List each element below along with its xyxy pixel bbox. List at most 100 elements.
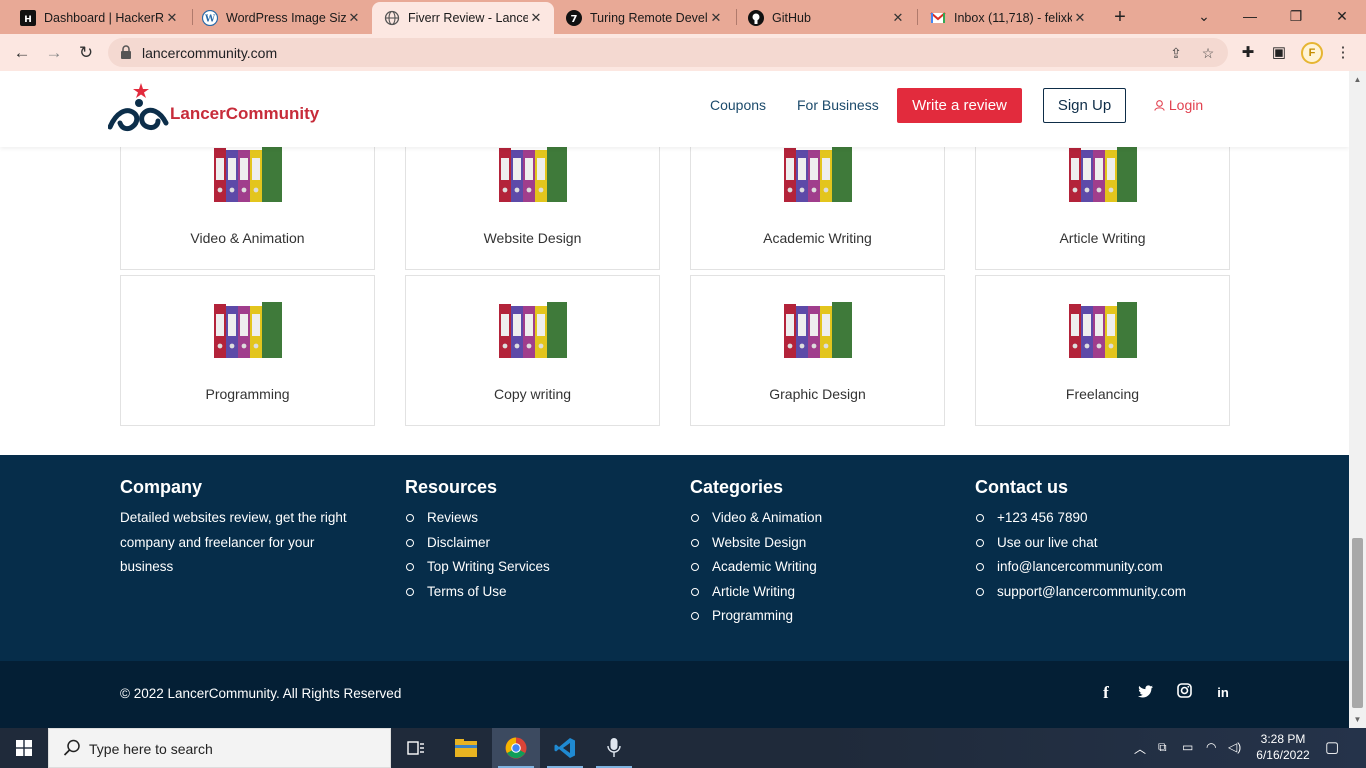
footer-link[interactable]: Reviews (405, 506, 665, 531)
voice-recorder-icon[interactable] (590, 728, 638, 768)
bullet-icon (406, 587, 414, 596)
bullet-icon (976, 538, 984, 547)
volume-icon[interactable]: ◁) (1228, 740, 1241, 754)
taskbar-search-input[interactable]: Type here to search (48, 728, 391, 768)
footer-link[interactable]: Disclaimer (405, 531, 665, 556)
footer-link[interactable]: Top Writing Services (405, 555, 665, 580)
tab-search-icon[interactable]: ⌄ (1181, 0, 1227, 34)
vscode-icon[interactable] (541, 728, 589, 768)
nav-coupons[interactable]: Coupons (710, 97, 766, 113)
close-window-icon[interactable]: ✕ (1319, 0, 1365, 34)
close-icon[interactable]: ✕ (346, 10, 362, 26)
category-label: Graphic Design (769, 386, 866, 402)
meet-camera-icon[interactable]: ⧉ (1158, 740, 1167, 755)
footer-link[interactable]: Academic Writing (690, 555, 950, 580)
chevron-up-icon[interactable]: ︿ (1134, 740, 1146, 757)
footer-link[interactable]: Website Design (690, 531, 950, 556)
scrollbar-thumb[interactable] (1352, 538, 1363, 708)
binders-icon (214, 302, 282, 358)
profile-avatar[interactable]: F (1301, 42, 1323, 64)
footer-company-text: Detailed websites review, get the right … (120, 510, 347, 574)
bookmark-star-icon[interactable]: ☆ (1198, 43, 1218, 63)
battery-icon[interactable]: ▭ (1182, 740, 1193, 754)
github-icon (748, 10, 764, 26)
instagram-icon[interactable] (1174, 683, 1194, 703)
category-label: Freelancing (1065, 386, 1140, 402)
tab-hackerrank[interactable]: H Dashboard | HackerRank ✕ (8, 2, 190, 34)
bullet-icon (406, 563, 414, 571)
close-icon[interactable]: ✕ (890, 10, 906, 26)
bullet-icon (976, 514, 984, 522)
tab-lancercommunity[interactable]: Fiverr Review - LancerCommunity ✕ (372, 2, 554, 34)
new-tab-button[interactable]: + (1108, 5, 1132, 29)
site-logo[interactable]: LancerCommunity (108, 83, 328, 133)
category-card[interactable]: Freelancing (975, 275, 1230, 426)
url-field[interactable]: lancercommunity.com ⇪ ☆ (108, 38, 1228, 67)
footer-link[interactable]: Video & Animation (690, 506, 950, 531)
footer-contact-item[interactable]: support@lancercommunity.com (975, 580, 1235, 605)
notifications-icon[interactable]: ▢ (1325, 738, 1339, 756)
chrome-icon[interactable] (492, 728, 540, 768)
kebab-menu-icon[interactable]: ⋮ (1332, 42, 1354, 64)
task-view-icon[interactable] (392, 728, 440, 768)
binders-icon (1069, 146, 1137, 202)
footer-link[interactable]: Article Writing (690, 580, 950, 605)
page-scrollbar[interactable]: ▲ ▼ (1349, 71, 1366, 728)
footer-resources: Resources Reviews Disclaimer Top Writing… (405, 477, 665, 604)
tab-wordpress[interactable]: W WordPress Image Size ✕ (190, 2, 372, 34)
restore-icon[interactable]: ❐ (1273, 0, 1319, 34)
back-arrow-icon[interactable]: ← (10, 41, 34, 65)
binders-icon (499, 146, 567, 202)
binders-icon (1069, 302, 1137, 358)
scroll-down-icon[interactable]: ▼ (1353, 715, 1362, 724)
tab-github[interactable]: GitHub ✕ (736, 2, 916, 34)
category-card[interactable]: Graphic Design (690, 275, 945, 426)
logo-text: LancerCommunity (170, 104, 320, 123)
sign-up-button[interactable]: Sign Up (1043, 88, 1126, 123)
logo-figure-icon (108, 83, 169, 132)
hackerrank-icon: H (20, 10, 36, 26)
side-panel-icon[interactable]: ▣ (1268, 42, 1290, 64)
tab-gmail[interactable]: Inbox (11,718) - felixkp ✕ (918, 2, 1098, 34)
url-text: lancercommunity.com (142, 45, 278, 61)
facebook-icon[interactable]: f (1096, 683, 1116, 703)
category-card[interactable]: Programming (120, 275, 375, 426)
windows-start-icon[interactable] (0, 728, 48, 768)
close-icon[interactable]: ✕ (164, 10, 180, 26)
close-icon[interactable]: ✕ (1072, 10, 1088, 26)
page-viewport: LancerCommunity Coupons For Business Wri… (0, 71, 1349, 728)
write-review-button[interactable]: Write a review (897, 88, 1022, 123)
file-explorer-icon[interactable] (442, 728, 490, 768)
clock-date: 6/16/2022 (1256, 748, 1310, 762)
scroll-up-icon[interactable]: ▲ (1353, 75, 1362, 84)
wifi-icon[interactable]: ◠ (1206, 740, 1216, 754)
forward-arrow-icon[interactable]: → (42, 41, 66, 65)
share-icon[interactable]: ⇪ (1166, 43, 1186, 63)
binders-icon (499, 302, 567, 358)
wordpress-icon: W (202, 10, 218, 26)
windows-taskbar: Type here to search ︿ ⧉ ▭ ◠ ◁) 3:28 PM 6… (0, 728, 1366, 768)
globe-icon (384, 10, 400, 26)
search-placeholder: Type here to search (89, 741, 213, 757)
nav-for-business[interactable]: For Business (797, 97, 879, 113)
twitter-icon[interactable] (1135, 683, 1155, 703)
close-icon[interactable]: ✕ (528, 10, 544, 26)
footer-link[interactable]: Terms of Use (405, 580, 665, 605)
footer-contact-item[interactable]: Use our live chat (975, 531, 1235, 556)
extensions-puzzle-icon[interactable]: ✚ (1237, 42, 1259, 64)
footer-link[interactable]: Programming (690, 604, 950, 629)
taskbar-clock[interactable]: 3:28 PM 6/16/2022 (1245, 731, 1321, 763)
footer-contact-item[interactable]: +123 456 7890 (975, 506, 1235, 531)
linkedin-icon[interactable]: in (1213, 683, 1233, 703)
reload-icon[interactable]: ↻ (74, 41, 98, 65)
minimize-icon[interactable]: — (1227, 0, 1273, 34)
login-link[interactable]: Login (1154, 97, 1203, 113)
category-card[interactable]: Copy writing (405, 275, 660, 426)
tab-turing[interactable]: 7 Turing Remote Developer ✕ (554, 2, 734, 34)
close-icon[interactable]: ✕ (708, 10, 724, 26)
footer-contact-item[interactable]: info@lancercommunity.com (975, 555, 1235, 580)
bullet-icon (976, 563, 984, 571)
svg-text:W: W (204, 15, 216, 25)
clock-time: 3:28 PM (1260, 732, 1306, 746)
site-footer: Company Detailed websites review, get th… (0, 455, 1349, 661)
